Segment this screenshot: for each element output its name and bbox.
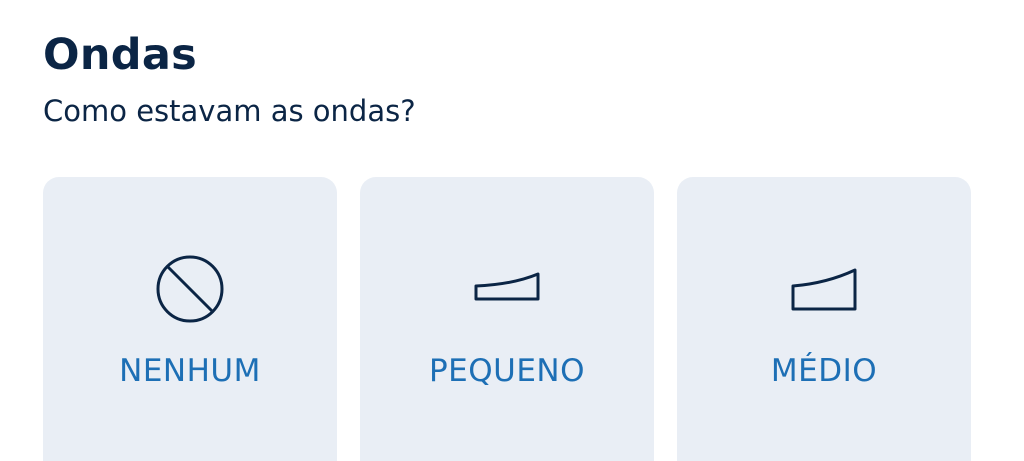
small-wave-icon [360,251,654,327]
section-title: Ondas [43,30,198,80]
option-medium-label: MÉDIO [770,353,878,389]
option-small-label: PEQUENO [428,353,586,389]
medium-wave-icon [677,251,971,327]
section-question: Como estavam as ondas? [43,94,416,128]
waves-section: Ondas Como estavam as ondas? NENHUM PEQU… [0,0,1024,461]
option-medium-card[interactable]: MÉDIO [677,177,971,461]
option-none-label: NENHUM [119,353,261,389]
option-small-card[interactable]: PEQUENO [360,177,654,461]
none-icon [43,251,337,327]
wave-size-options: NENHUM PEQUENO MÉDIO [43,177,971,461]
option-none-card[interactable]: NENHUM [43,177,337,461]
